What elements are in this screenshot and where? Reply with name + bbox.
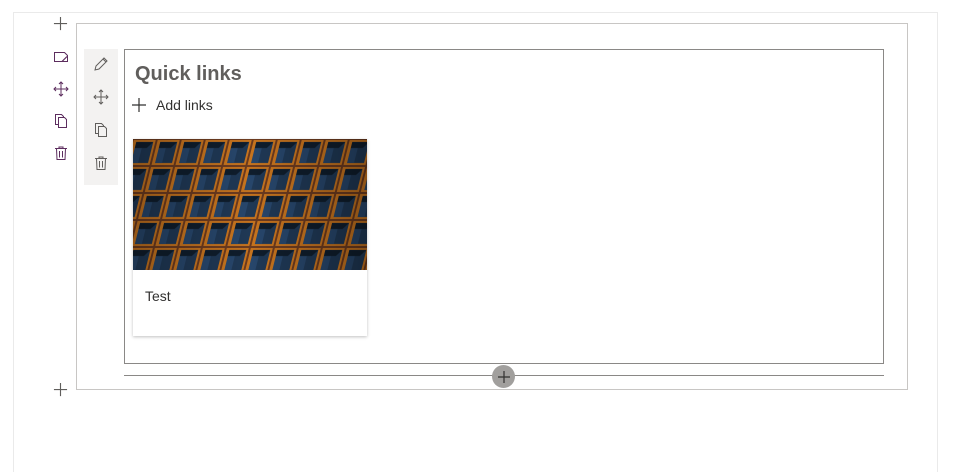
quick-links-webpart[interactable]: Quick links Add links Test — [124, 49, 884, 364]
plus-icon — [132, 98, 146, 112]
duplicate-section-button[interactable] — [50, 110, 72, 132]
quick-link-card[interactable]: Test — [133, 139, 367, 336]
edit-webpart-button[interactable] — [90, 54, 112, 75]
delete-section-button[interactable] — [50, 142, 72, 164]
move-icon — [53, 81, 69, 97]
copy-icon — [55, 114, 67, 128]
edit-section-button[interactable] — [50, 46, 72, 68]
move-webpart-button[interactable] — [90, 87, 112, 108]
move-icon — [93, 89, 109, 105]
move-section-button[interactable] — [50, 78, 72, 100]
plus-icon — [53, 16, 67, 30]
webpart-toolbar — [84, 49, 118, 185]
card-title: Test — [145, 288, 171, 304]
add-links-label: Add links — [156, 97, 213, 113]
card-image — [133, 139, 367, 270]
webpart-title[interactable]: Quick links — [135, 63, 242, 86]
edit-section-icon — [54, 52, 68, 62]
plus-icon — [53, 382, 67, 396]
delete-webpart-button[interactable] — [90, 152, 112, 173]
section-toolbar — [50, 46, 72, 174]
add-links-button[interactable]: Add links — [131, 97, 213, 113]
delete-icon — [55, 146, 67, 160]
add-webpart-button[interactable] — [492, 365, 515, 388]
add-section-top-button[interactable] — [52, 15, 68, 31]
duplicate-webpart-button[interactable] — [90, 120, 112, 141]
copy-icon — [95, 122, 107, 137]
add-section-bottom-button[interactable] — [52, 381, 68, 397]
pencil-icon — [94, 57, 108, 72]
plus-icon — [497, 370, 510, 383]
delete-icon — [95, 156, 107, 170]
